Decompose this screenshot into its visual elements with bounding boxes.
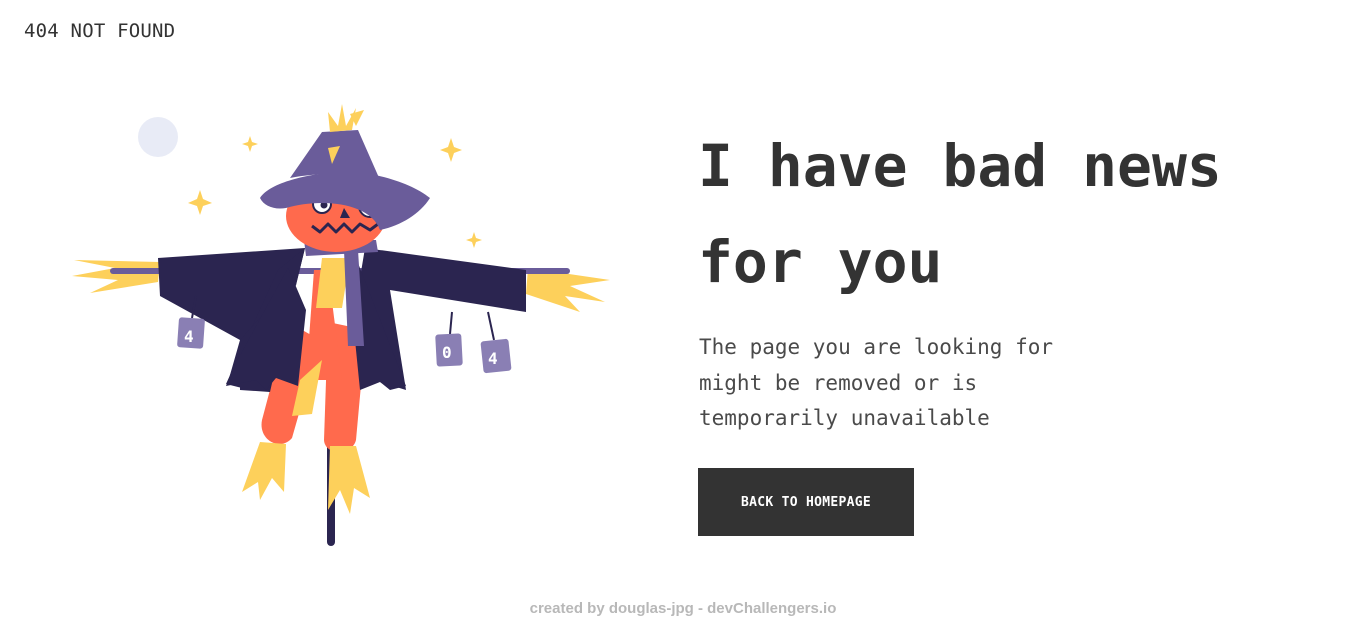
brand-logo-text[interactable]: 404 NOT FOUND — [24, 20, 175, 42]
sparkle-icon — [188, 190, 212, 215]
back-to-homepage-button[interactable]: BACK TO HOMEPAGE — [698, 468, 914, 536]
can-label: 4 — [488, 349, 498, 368]
can-label: 4 — [184, 327, 194, 346]
footer-credit[interactable]: created by douglas-jpg - devChallengers.… — [0, 600, 1366, 617]
scarecrow-illustration: 4 0 4 — [60, 90, 620, 560]
error-message: The page you are looking for might be re… — [699, 335, 1054, 430]
headline: I have bad news for you — [698, 132, 1222, 296]
can-label: 0 — [442, 343, 452, 362]
sparkle-icon — [440, 138, 462, 162]
sparkle-icon — [242, 136, 258, 152]
sparkle-icon — [466, 232, 482, 248]
moon-shape — [138, 117, 178, 157]
